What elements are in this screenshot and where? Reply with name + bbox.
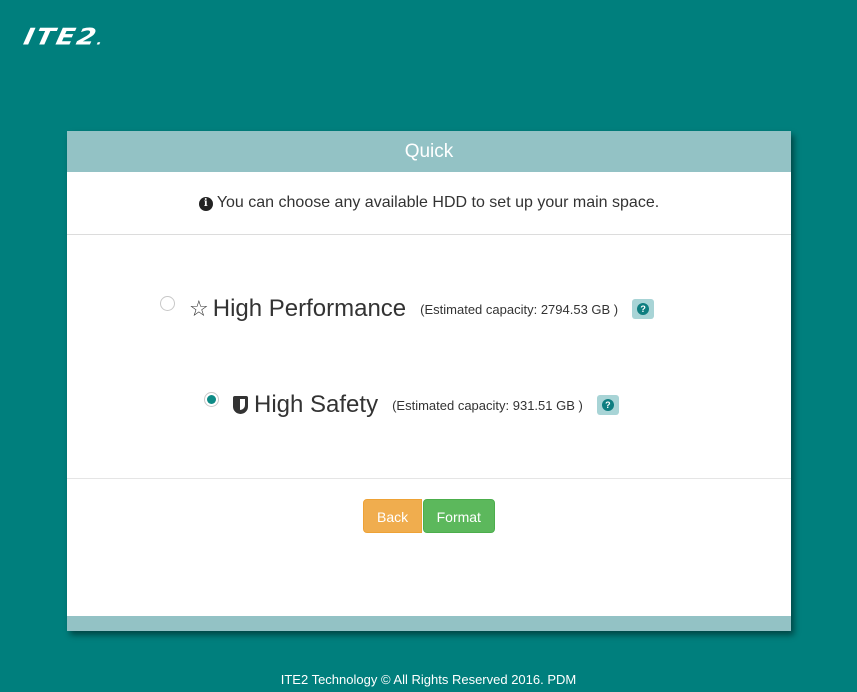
option-capacity: (Estimated capacity: 931.51 GB ) <box>392 397 583 413</box>
format-button[interactable]: Format <box>422 499 495 533</box>
quick-setup-panel: Quick i You can choose any available HDD … <box>67 131 791 631</box>
star-outline-icon: ☆ <box>189 296 209 321</box>
option-label: High Safety <box>254 391 379 418</box>
option-capacity: (Estimated capacity: 2794.53 GB ) <box>420 301 619 317</box>
logo-text: ITE2 <box>21 24 101 51</box>
info-icon: i <box>198 197 213 211</box>
radio-high-safety[interactable] <box>204 391 219 407</box>
question-icon: ? <box>601 399 614 411</box>
radio-high-performance[interactable] <box>160 295 175 311</box>
brand-logo: ITE2. <box>21 24 106 50</box>
option-label: High Performance <box>212 295 407 322</box>
raid-options: ☆ High Performance (Estimated capacity: … <box>67 235 791 479</box>
action-buttons: Back Format <box>67 479 791 533</box>
notice-text: You can choose any available HDD to set … <box>216 194 660 211</box>
shield-icon <box>233 396 248 414</box>
option-high-performance[interactable]: ☆ High Performance (Estimated capacity: … <box>160 295 655 323</box>
help-button-high-safety[interactable]: ? <box>596 395 619 415</box>
copyright: ITE2 Technology © All Rights Reserved 20… <box>280 672 577 687</box>
option-high-safety[interactable]: High Safety (Estimated capacity: 931.51 … <box>204 391 619 419</box>
panel-footer <box>67 616 791 631</box>
info-notice: i You can choose any available HDD to set… <box>67 172 791 235</box>
help-button-high-performance[interactable]: ? <box>632 299 655 319</box>
question-icon: ? <box>637 303 650 315</box>
panel-title: Quick <box>67 131 791 172</box>
back-button[interactable]: Back <box>363 499 423 533</box>
